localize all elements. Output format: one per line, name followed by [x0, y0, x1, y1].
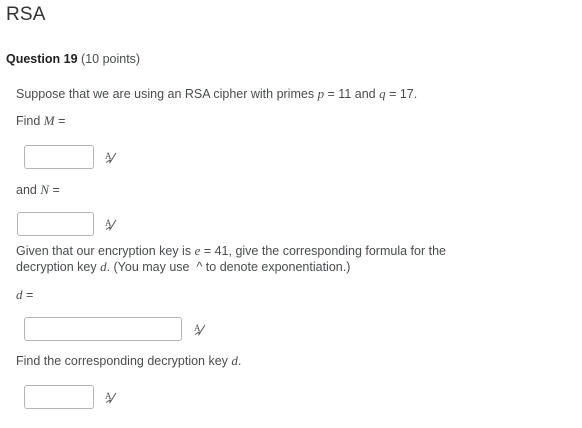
- svg-text:A: A: [105, 151, 112, 161]
- intro-text-2: = 11 and: [324, 87, 380, 101]
- svg-text:A: A: [105, 218, 112, 228]
- question-header: Question 19 (10 points): [6, 52, 140, 66]
- svg-text:A: A: [194, 323, 201, 333]
- given-text-5: to denote exponentiation.): [202, 260, 351, 274]
- intro-text-3: = 17.: [385, 87, 418, 101]
- equation-editor-icon[interactable]: A: [104, 217, 118, 231]
- d-answer-input[interactable]: [24, 385, 94, 409]
- d-label-suffix: =: [22, 288, 34, 302]
- d-formula-input[interactable]: [24, 317, 182, 341]
- and-n-var: N: [40, 182, 50, 197]
- equation-editor-icon[interactable]: A: [193, 322, 207, 336]
- find-m-prefix: Find: [16, 114, 44, 128]
- given-line-1: Given that our encryption key is e = 41,…: [16, 243, 446, 259]
- question-points: (10 points): [81, 52, 141, 66]
- find-d-label: Find the corresponding decryption key d.: [16, 353, 241, 369]
- equation-editor-icon[interactable]: A: [104, 150, 118, 164]
- find-d-prefix: Find the corresponding decryption key: [16, 354, 232, 368]
- intro-text-1: Suppose that we are using an RSA cipher …: [16, 87, 318, 101]
- find-m-label: Find M =: [16, 113, 65, 129]
- d-formula-label: d =: [16, 287, 33, 303]
- equation-editor-icon[interactable]: A: [104, 390, 118, 404]
- given-line-2: decryption key d. (You may use ^ to deno…: [16, 259, 350, 275]
- question-label: Question 19: [6, 52, 78, 66]
- and-n-prefix: and: [16, 183, 41, 197]
- question-intro: Suppose that we are using an RSA cipher …: [16, 86, 417, 102]
- and-n-suffix: =: [49, 183, 60, 197]
- find-d-suffix: .: [237, 354, 242, 368]
- find-m-var: M: [43, 113, 55, 128]
- m-answer-input[interactable]: [24, 145, 94, 169]
- page-title: RSA: [6, 4, 46, 25]
- given-text-3: decryption key: [16, 260, 101, 274]
- given-text-1: Given that our encryption key is: [16, 244, 195, 258]
- given-text-2: = 41, give the corresponding formula for…: [200, 244, 446, 258]
- given-text-4: . (You may use: [106, 260, 193, 274]
- svg-text:A: A: [105, 391, 112, 401]
- n-answer-input[interactable]: [17, 212, 94, 236]
- and-n-label: and N =: [16, 182, 60, 198]
- find-m-suffix: =: [54, 114, 66, 128]
